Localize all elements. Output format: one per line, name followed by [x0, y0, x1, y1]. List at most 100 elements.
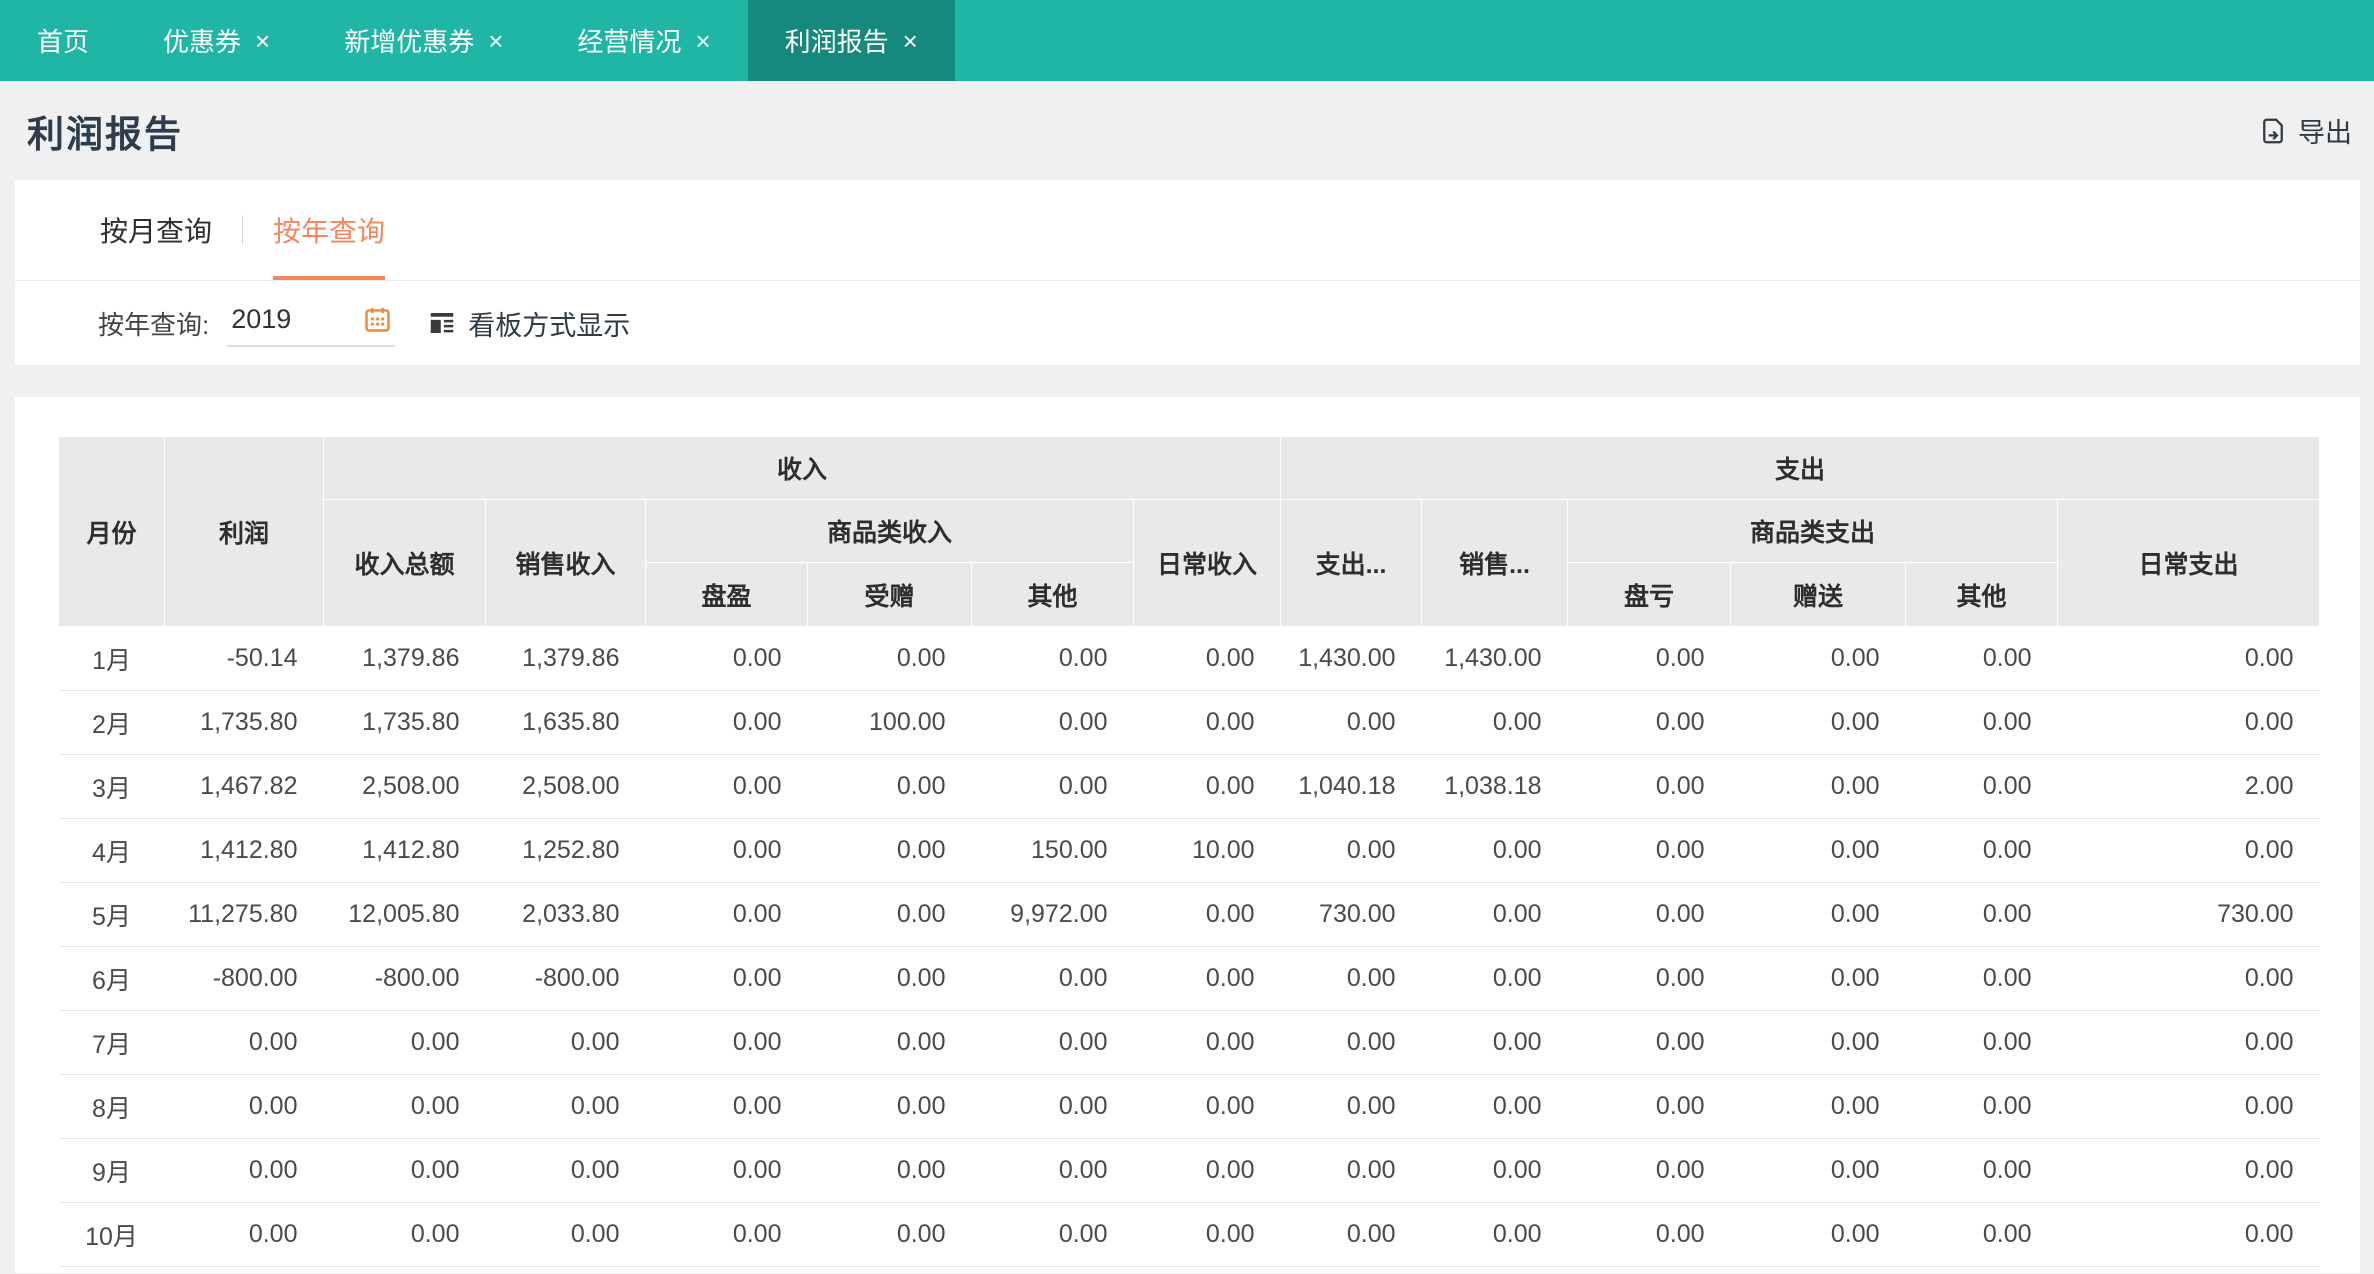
value-cell: 0.00 — [1133, 1010, 1281, 1075]
value-cell: 0.00 — [485, 1010, 646, 1075]
month-cell: 10月 — [58, 1202, 165, 1267]
value-cell: 0.00 — [645, 882, 808, 947]
value-cell: 1,735.80 — [323, 690, 486, 755]
value-cell: 0.00 — [807, 754, 972, 819]
col-header-sales-expense: 销售... — [1421, 499, 1569, 627]
value-cell: 9,972.00 — [971, 882, 1134, 947]
value-cell: 0.00 — [645, 818, 808, 883]
value-cell: 0.00 — [1567, 1138, 1731, 1203]
tab-query-by-year[interactable]: 按年查询 — [273, 180, 386, 280]
value-cell: 0.00 — [1133, 1138, 1281, 1203]
query-panel: 按月查询 按年查询 按年查询: 2019 看板方式显示 — [15, 180, 2360, 365]
month-cell: 7月 — [58, 1010, 165, 1075]
value-cell: 0.00 — [1730, 1010, 1906, 1075]
value-cell: 1,430.00 — [1280, 626, 1422, 691]
title-bar: 利润报告 导出 — [0, 81, 2374, 180]
table-row: 10月 0.00 0.00 0.00 0.00 0.00 0.00 0.00 0… — [58, 1202, 2320, 1267]
value-cell: 0.00 — [1280, 1202, 1422, 1267]
col-header-inventory-loss: 盘亏 — [1567, 562, 1732, 627]
value-cell: 0.00 — [1280, 690, 1422, 755]
tab-label: 优惠券 — [163, 27, 242, 57]
value-cell: 12,005.80 — [323, 882, 486, 947]
value-cell: 0.00 — [1133, 626, 1281, 691]
value-cell: 0.00 — [1905, 1010, 2058, 1075]
value-cell: 1,379.86 — [323, 626, 486, 691]
value-cell: -800.00 — [485, 946, 646, 1011]
value-cell: 0.00 — [323, 1138, 486, 1203]
value-cell: 0.00 — [971, 626, 1134, 691]
col-group-expense: 支出 — [1280, 436, 2321, 500]
value-cell: 0.00 — [1421, 946, 1568, 1011]
tab-label: 首页 — [37, 27, 90, 57]
value-cell: 0.00 — [971, 946, 1134, 1011]
value-cell: 0.00 — [1730, 754, 1906, 819]
profit-report-table: 月份 利润 收入 支出 收入总额 销售收入 商品类收入 日常收入 支出... 销… — [58, 436, 2321, 1267]
query-tabs: 按月查询 按年查询 — [15, 180, 2360, 281]
value-cell: 0.00 — [1133, 690, 1281, 755]
value-cell: 0.00 — [2057, 1074, 2320, 1139]
value-cell: 0.00 — [1730, 690, 1906, 755]
value-cell: 0.00 — [1730, 1074, 1906, 1139]
value-cell: 0.00 — [1567, 1010, 1731, 1075]
tab-home[interactable]: 首页 — [0, 0, 126, 81]
value-cell: 0.00 — [1567, 818, 1731, 883]
value-cell: 0.00 — [807, 1010, 972, 1075]
year-value: 2019 — [231, 303, 292, 334]
close-icon[interactable]: × — [488, 28, 503, 54]
board-view-label: 看板方式显示 — [468, 310, 631, 341]
month-cell: 5月 — [58, 882, 165, 947]
value-cell: 0.00 — [2057, 1138, 2320, 1203]
export-button[interactable]: 导出 — [2258, 111, 2352, 150]
value-cell: 0.00 — [323, 1074, 486, 1139]
value-cell: 0.00 — [645, 1074, 808, 1139]
export-label: 导出 — [2298, 118, 2352, 148]
value-cell: 0.00 — [807, 818, 972, 883]
tab-query-by-month[interactable]: 按月查询 — [100, 180, 212, 280]
board-view-button[interactable]: 看板方式显示 — [427, 304, 630, 343]
year-input[interactable]: 2019 — [227, 300, 396, 347]
value-cell: 0.00 — [645, 690, 808, 755]
report-panel: 月份 利润 收入 支出 收入总额 销售收入 商品类收入 日常收入 支出... 销… — [15, 397, 2360, 1273]
value-cell: 0.00 — [164, 1074, 324, 1139]
calendar-icon[interactable] — [362, 304, 393, 335]
value-cell: 0.00 — [485, 1202, 646, 1267]
value-cell: 2.00 — [2057, 754, 2320, 819]
month-cell: 8月 — [58, 1074, 165, 1139]
value-cell: 0.00 — [1421, 1202, 1568, 1267]
value-cell: 1,379.86 — [485, 626, 646, 691]
value-cell: 150.00 — [971, 818, 1134, 883]
value-cell: 0.00 — [1905, 818, 2058, 883]
value-cell: 0.00 — [971, 754, 1134, 819]
value-cell: 0.00 — [1567, 946, 1731, 1011]
value-cell: 0.00 — [1730, 1138, 1906, 1203]
value-cell: 0.00 — [1133, 1074, 1281, 1139]
col-header-other-expense: 其他 — [1905, 562, 2059, 627]
tab-coupons[interactable]: 优惠券 × — [126, 0, 307, 81]
value-cell: 0.00 — [971, 1202, 1134, 1267]
value-cell: 0.00 — [1421, 690, 1568, 755]
value-cell: 0.00 — [164, 1138, 324, 1203]
tab-add-coupon[interactable]: 新增优惠券 × — [307, 0, 540, 81]
tab-business-status[interactable]: 经营情况 × — [540, 0, 747, 81]
table-header: 月份 利润 收入 支出 收入总额 销售收入 商品类收入 日常收入 支出... 销… — [58, 436, 2321, 627]
close-icon[interactable]: × — [695, 28, 710, 54]
table-row: 7月 0.00 0.00 0.00 0.00 0.00 0.00 0.00 0.… — [58, 1010, 2320, 1075]
month-cell: 9月 — [58, 1138, 165, 1203]
export-icon — [2258, 116, 2288, 146]
query-tab-label: 按月查询 — [100, 216, 213, 247]
close-icon[interactable]: × — [903, 28, 918, 54]
tab-profit-report[interactable]: 利润报告 × — [747, 0, 955, 81]
col-header-other-income: 其他 — [971, 562, 1134, 627]
value-cell: 0.00 — [645, 1138, 808, 1203]
value-cell: 730.00 — [1280, 882, 1422, 947]
close-icon[interactable]: × — [255, 28, 270, 54]
col-header-daily-expense: 日常支出 — [2057, 499, 2321, 627]
value-cell: 0.00 — [1567, 1202, 1731, 1267]
value-cell: 0.00 — [1567, 882, 1731, 947]
value-cell: 0.00 — [1133, 946, 1281, 1011]
value-cell: 0.00 — [971, 1010, 1134, 1075]
table-row: 8月 0.00 0.00 0.00 0.00 0.00 0.00 0.00 0.… — [58, 1074, 2320, 1139]
value-cell: 0.00 — [807, 882, 972, 947]
value-cell: 0.00 — [645, 754, 808, 819]
month-cell: 3月 — [58, 754, 165, 819]
